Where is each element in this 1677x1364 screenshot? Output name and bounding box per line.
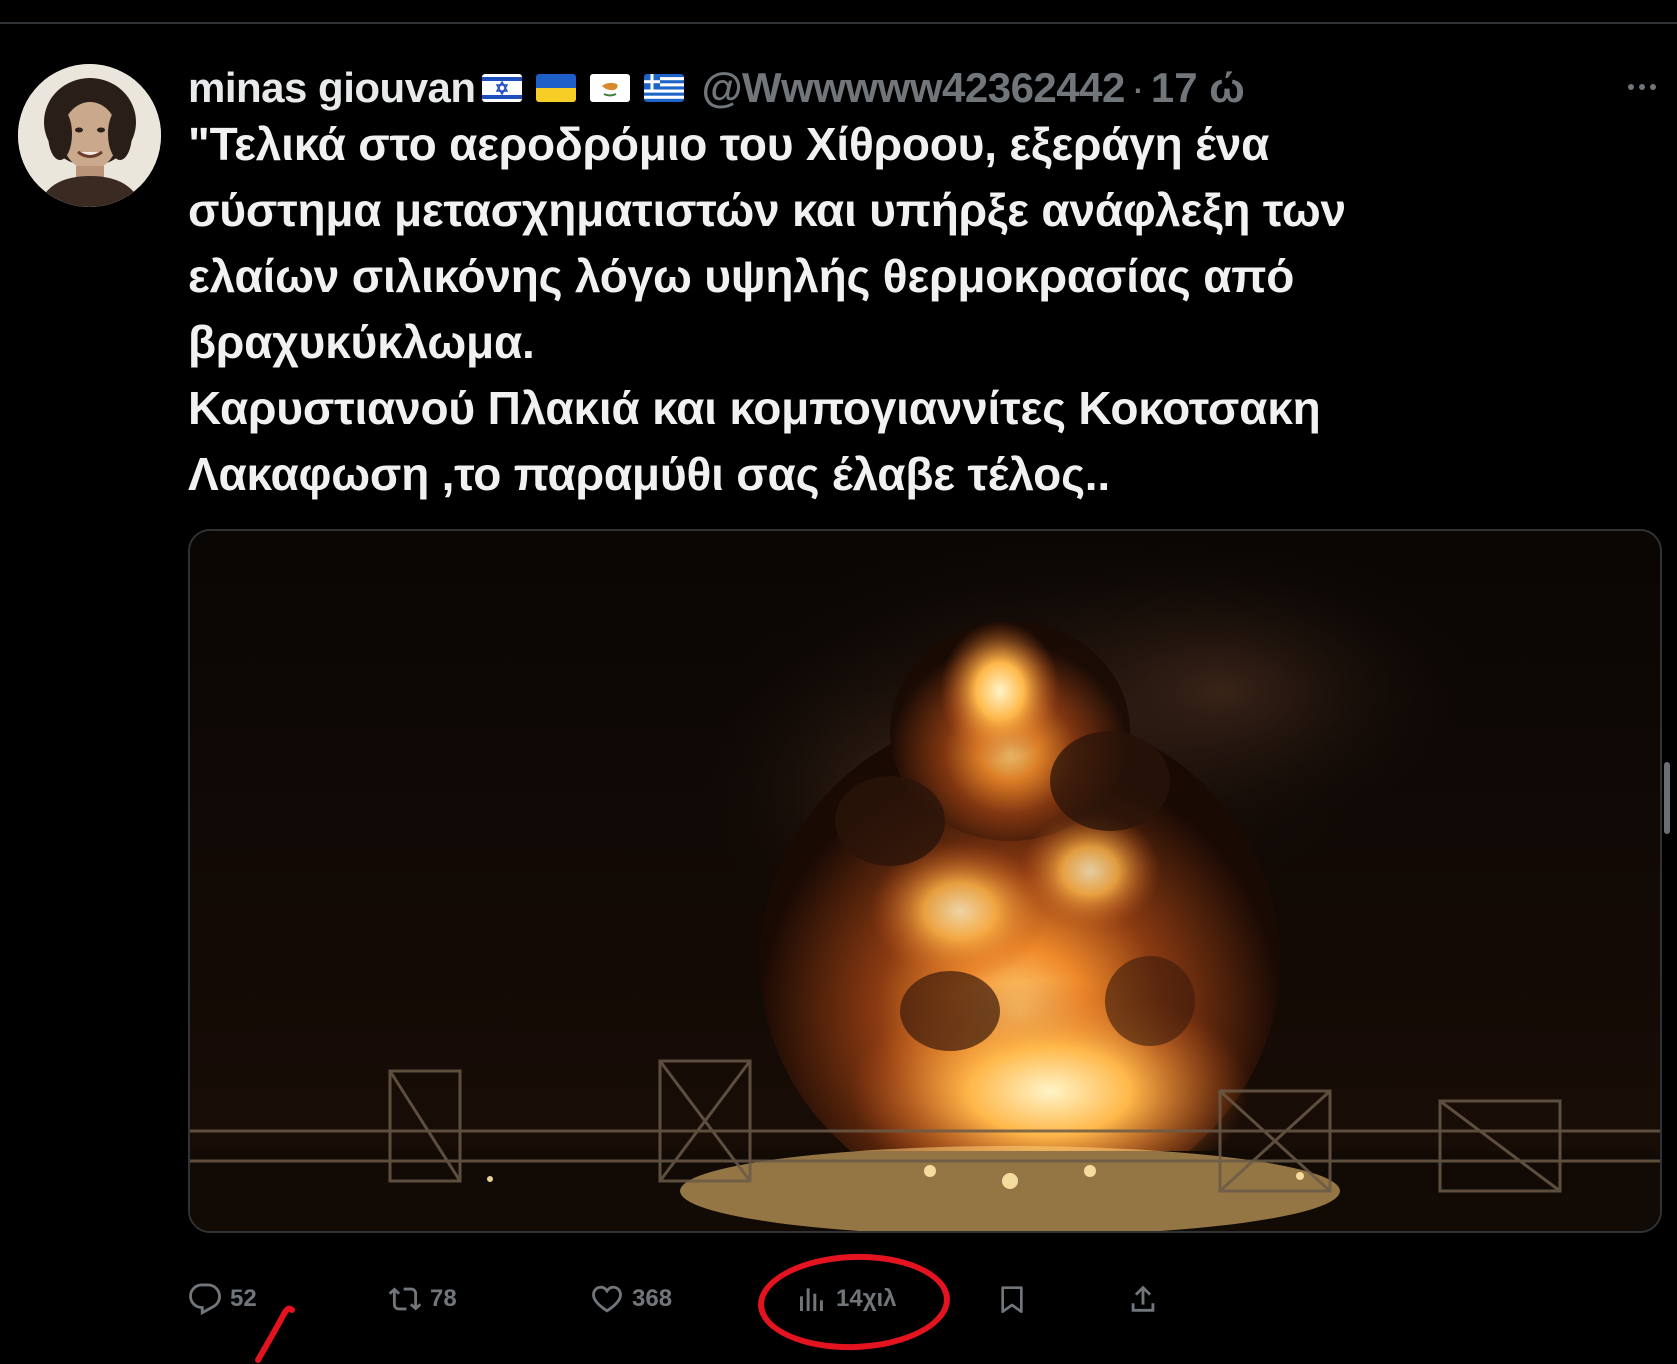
heart-icon — [592, 1285, 622, 1313]
scrollbar-thumb[interactable] — [1664, 762, 1670, 834]
repost-count: 78 — [430, 1285, 457, 1312]
separator-dot: · — [1130, 64, 1145, 111]
display-name[interactable]: minas giouvan — [188, 58, 476, 118]
cyprus-flag-icon — [589, 74, 630, 102]
view-count: 14χιλ — [836, 1285, 897, 1312]
user-handle[interactable]: @Wwwwww42362442 — [702, 58, 1126, 118]
bookmark-icon — [1001, 1286, 1023, 1313]
analytics-icon — [800, 1288, 823, 1311]
tweet-text: "Τελικά στο αεροδρόμιο του Χίθροου, εξερ… — [188, 118, 1346, 500]
reply-button[interactable]: 52 — [188, 1269, 257, 1329]
greece-flag-icon — [643, 74, 684, 102]
flag-emojis — [481, 74, 684, 102]
avatar[interactable] — [18, 64, 161, 207]
like-count: 368 — [632, 1285, 673, 1312]
more-horizontal-icon — [1628, 84, 1656, 90]
share-button[interactable] — [1126, 1269, 1168, 1329]
timestamp[interactable]: 17 ώ — [1151, 58, 1245, 118]
reply-count: 52 — [230, 1285, 257, 1312]
reply-icon — [189, 1283, 221, 1316]
ukraine-flag-icon — [535, 74, 576, 102]
tweet-header: minas giouvan @Wwwwww42362442 · 17 ώ — [188, 58, 1245, 118]
more-options-button[interactable] — [1622, 72, 1662, 102]
views-button[interactable]: 14χιλ — [796, 1269, 897, 1329]
tweet[interactable]: minas giouvan @Wwwwww42362442 · 17 ώ "Τε… — [0, 24, 1677, 1363]
bookmark-button[interactable] — [996, 1269, 1036, 1329]
repost-icon — [388, 1287, 422, 1311]
share-icon — [1131, 1285, 1155, 1312]
israel-flag-icon — [481, 74, 522, 102]
tweet-actions: 52 78 368 14χιλ — [0, 1269, 1677, 1329]
like-button[interactable]: 368 — [590, 1269, 672, 1329]
repost-button[interactable]: 78 — [388, 1269, 457, 1329]
tweet-media-image[interactable] — [188, 529, 1662, 1233]
